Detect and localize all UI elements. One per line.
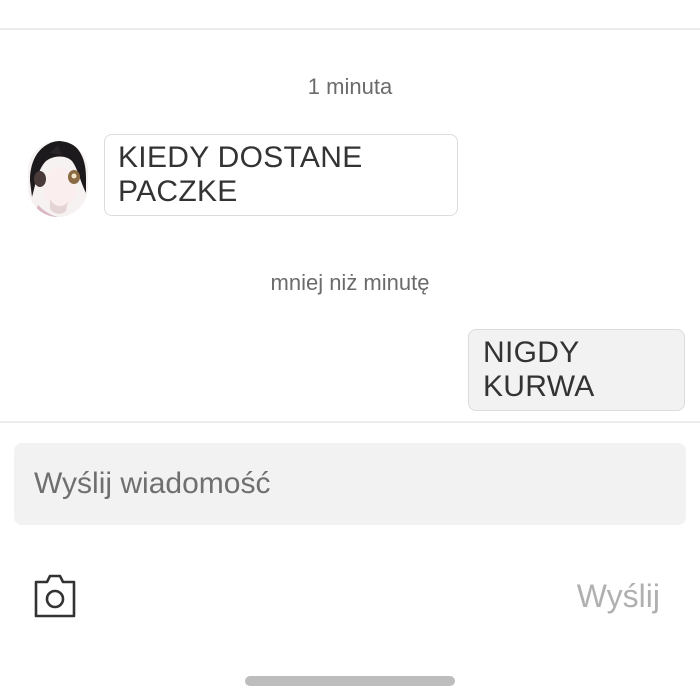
home-indicator[interactable]	[245, 676, 455, 686]
composer-divider	[0, 421, 700, 423]
avatar-image	[28, 141, 88, 217]
avatar[interactable]	[28, 141, 88, 217]
message-composer[interactable]	[14, 443, 686, 525]
outgoing-message-bubble[interactable]: NIGDY KURWA	[468, 329, 685, 411]
message-input[interactable]	[14, 443, 686, 525]
incoming-message-bubble[interactable]: KIEDY DOSTANE PACZKE	[104, 134, 458, 216]
message-timestamp: 1 minuta	[307, 74, 393, 99]
camera-icon-graphic	[34, 574, 76, 618]
message-timestamp: mniej niż minutę	[270, 270, 430, 295]
send-button[interactable]: Wyślij	[577, 578, 660, 615]
camera-icon[interactable]	[33, 573, 77, 619]
outgoing-message-text: NIGDY KURWA	[483, 336, 595, 403]
incoming-message-text: KIEDY DOSTANE PACZKE	[118, 141, 363, 208]
top-divider	[0, 28, 700, 30]
